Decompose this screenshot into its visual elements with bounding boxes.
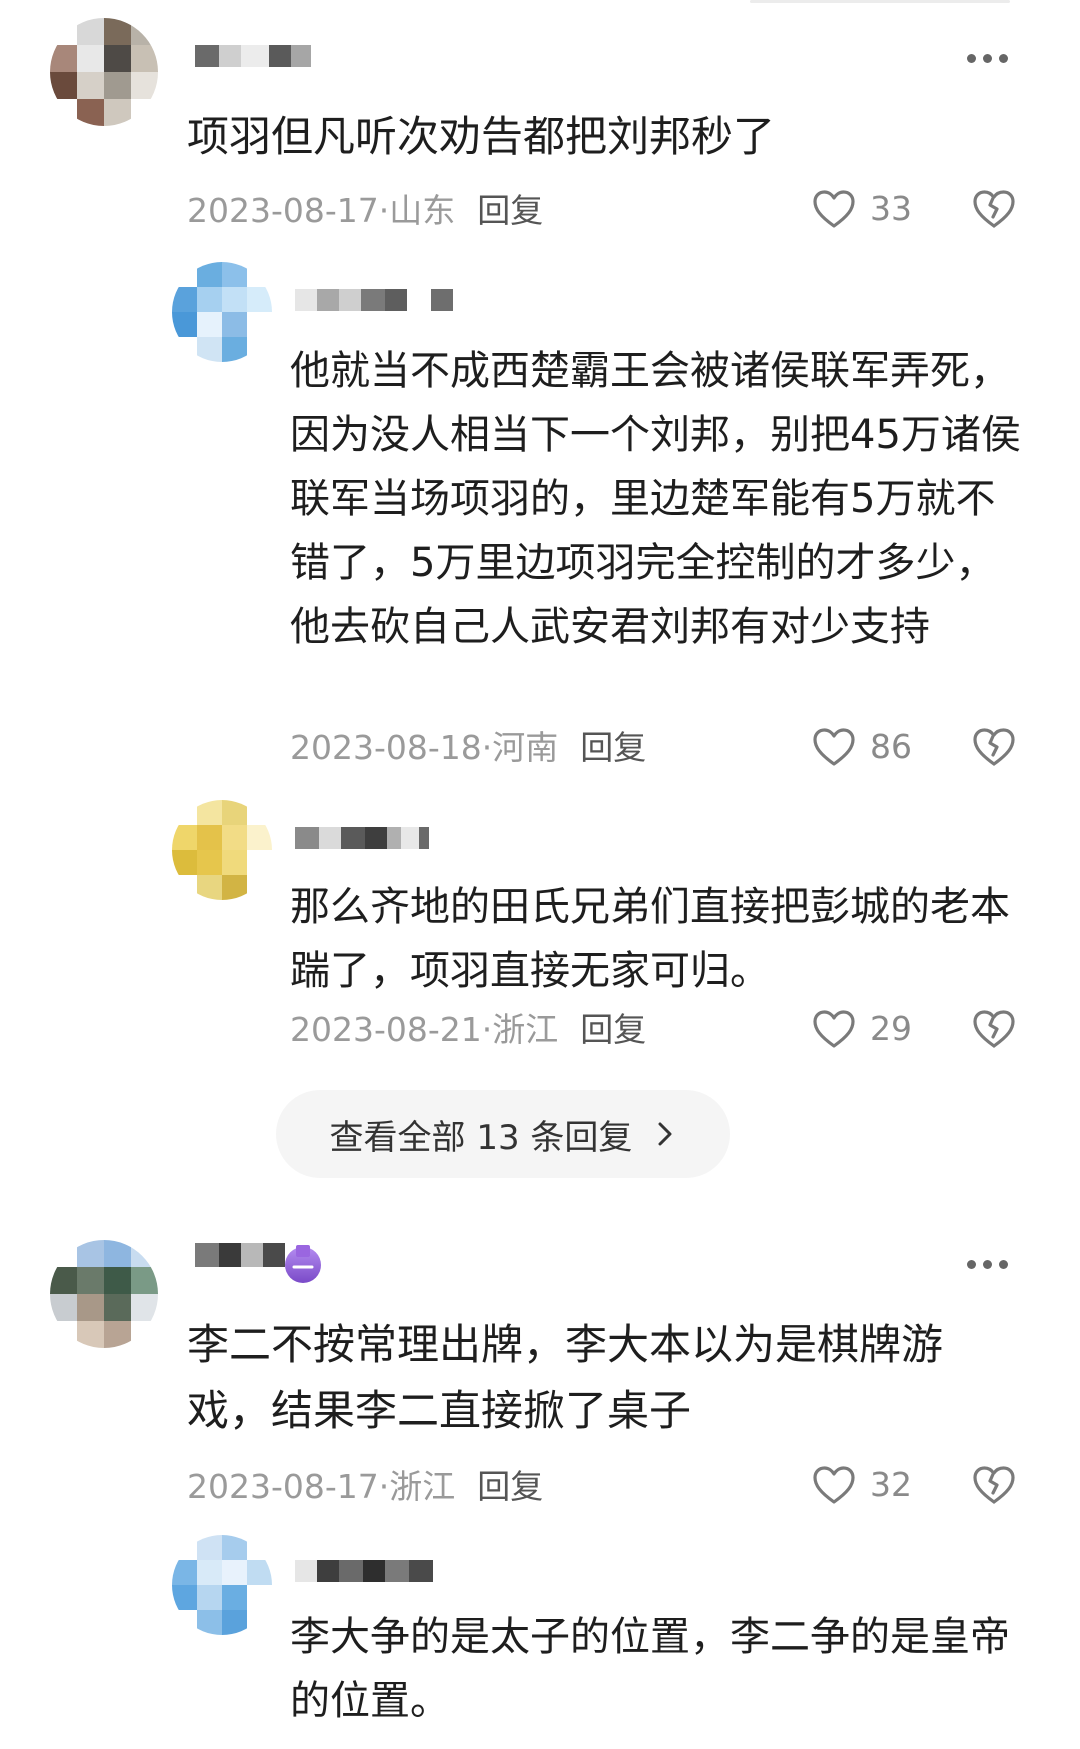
- comment-meta: 2023-08-21 · 浙江 回复: [290, 1010, 646, 1050]
- heart-icon: [813, 1466, 855, 1504]
- avatar[interactable]: [172, 262, 272, 362]
- reply-button[interactable]: 回复: [477, 191, 543, 231]
- like-count: 32: [870, 1465, 912, 1504]
- reply-button[interactable]: 回复: [580, 1010, 646, 1050]
- meta-separator: ·: [378, 191, 390, 230]
- like-button[interactable]: 32: [812, 1465, 912, 1505]
- comment-location: 河南: [492, 728, 559, 767]
- avatar[interactable]: [172, 1535, 272, 1635]
- like-count: 29: [870, 1009, 912, 1048]
- comment-text: 他就当不成西楚霸王会被诸侯联军弄死，因为没人相当下一个刘邦，别把45万诸侯联军当…: [290, 348, 1021, 650]
- broken-heart-icon[interactable]: [972, 1008, 1016, 1050]
- like-button[interactable]: 29: [812, 1009, 912, 1049]
- chevron-right-icon: [658, 1122, 672, 1146]
- comment-meta: 2023-08-17 · 山东 回复: [187, 191, 543, 231]
- comment-date: 2023-08-18: [290, 728, 482, 767]
- reply-button[interactable]: 回复: [580, 728, 646, 768]
- username-redacted[interactable]: [295, 825, 429, 851]
- heart-icon: [813, 1010, 855, 1048]
- heart-icon: [813, 190, 855, 228]
- username-redacted[interactable]: [195, 1242, 285, 1268]
- comment-location: 山东: [389, 191, 456, 230]
- heart-icon: [813, 728, 855, 766]
- avatar[interactable]: [50, 1240, 158, 1348]
- like-count: 33: [870, 189, 912, 228]
- comment-date: 2023-08-17: [187, 1467, 379, 1506]
- username-redacted[interactable]: [295, 1558, 433, 1584]
- view-all-replies-button[interactable]: 查看全部 13 条回复: [276, 1090, 730, 1178]
- more-icon[interactable]: [963, 1254, 1011, 1274]
- purple-badge-icon: [285, 1245, 321, 1283]
- meta-separator: ·: [481, 1010, 493, 1049]
- more-icon[interactable]: [963, 48, 1011, 68]
- reply-button[interactable]: 回复: [477, 1467, 543, 1507]
- avatar[interactable]: [172, 800, 272, 900]
- comment-location: 浙江: [492, 1010, 559, 1049]
- comment-location: 浙江: [389, 1467, 456, 1506]
- comment-text: 李二不按常理出牌，李大本以为是棋牌游戏，结果李二直接掀了桌子: [187, 1320, 944, 1435]
- comment-text: 李大争的是太子的位置，李二争的是皇帝的位置。: [290, 1614, 1010, 1724]
- scroll-hint-bar: [750, 0, 1010, 3]
- like-button[interactable]: 33: [812, 189, 912, 229]
- like-button[interactable]: 86: [812, 727, 912, 767]
- meta-separator: ·: [378, 1467, 390, 1506]
- comment-text: 那么齐地的田氏兄弟们直接把彭城的老本踹了，项羽直接无家可归。: [290, 884, 1010, 994]
- broken-heart-icon[interactable]: [972, 726, 1016, 768]
- like-count: 86: [870, 727, 912, 766]
- comment-date: 2023-08-21: [290, 1010, 482, 1049]
- comment-text: 项羽但凡听次劝告都把刘邦秒了: [187, 112, 776, 161]
- broken-heart-icon[interactable]: [972, 1464, 1016, 1506]
- username-redacted[interactable]: [195, 43, 311, 69]
- comment-meta: 2023-08-17 · 浙江 回复: [187, 1467, 543, 1507]
- comment-date: 2023-08-17: [187, 191, 379, 230]
- username-redacted[interactable]: [295, 287, 453, 313]
- meta-separator: ·: [481, 728, 493, 767]
- avatar[interactable]: [50, 18, 158, 126]
- view-all-label: 查看全部 13 条回复: [329, 1117, 633, 1158]
- comment-meta: 2023-08-18 · 河南 回复: [290, 728, 646, 768]
- broken-heart-icon[interactable]: [972, 188, 1016, 230]
